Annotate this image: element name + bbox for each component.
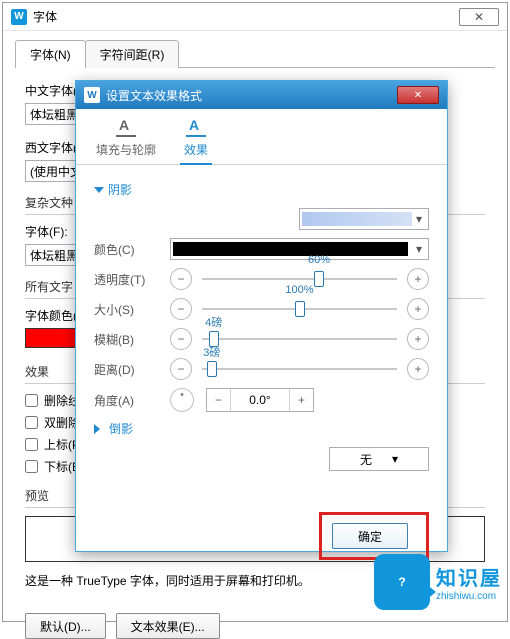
distance-slider[interactable]: 3磅 — [202, 358, 397, 380]
font-dialog-title: 字体 — [33, 8, 57, 25]
chevron-down-icon — [94, 187, 104, 193]
chevron-right-icon — [94, 424, 105, 434]
section-shadow[interactable]: 阴影 — [94, 181, 429, 198]
slider-thumb[interactable] — [207, 361, 217, 377]
opacity-minus-button[interactable]: − — [170, 268, 192, 290]
brand-url: zhishiwu.com — [436, 591, 502, 602]
reflection-select[interactable]: 无▾ — [329, 447, 429, 471]
chk-superscript[interactable] — [25, 438, 38, 451]
angle-plus-button[interactable]: + — [289, 389, 313, 411]
watermark: ? 知识屋 zhishiwu.com — [374, 554, 502, 610]
tab-font[interactable]: 字体(N) — [15, 40, 86, 68]
size-minus-button[interactable]: − — [170, 298, 192, 320]
label-blur: 模糊(B) — [94, 331, 164, 348]
label-opacity: 透明度(T) — [94, 271, 164, 288]
font-dialog-tabs: 字体(N) 字符间距(R) — [3, 31, 507, 67]
ok-highlight: 确定 — [319, 512, 429, 560]
opacity-plus-button[interactable]: + — [407, 268, 429, 290]
size-slider[interactable]: 100% — [202, 298, 397, 320]
label-color: 颜色(C) — [94, 241, 164, 258]
angle-dial[interactable] — [170, 388, 194, 412]
close-icon[interactable] — [397, 86, 439, 104]
slider-thumb[interactable] — [295, 301, 305, 317]
ok-button[interactable]: 确定 — [332, 523, 408, 549]
tab-fill-outline[interactable]: 填充与轮廓 — [96, 119, 156, 164]
font-dialog-titlebar: W 字体 ✕ — [3, 3, 507, 31]
label-size: 大小(S) — [94, 301, 164, 318]
effect-tabs: 填充与轮廓 效果 — [76, 109, 447, 165]
text-effect-dialog: W 设置文本效果格式 填充与轮廓 效果 阴影 ▾ 颜色(C) ▾ 透明度(T) … — [75, 80, 448, 552]
label-distance: 距离(D) — [94, 361, 164, 378]
close-icon[interactable]: ✕ — [459, 8, 499, 26]
section-reflection[interactable]: 倒影 — [94, 420, 429, 437]
distance-minus-button[interactable]: − — [170, 358, 192, 380]
shadow-preset-combo[interactable]: ▾ — [299, 208, 429, 230]
app-logo-icon: W — [11, 9, 27, 25]
slider-thumb[interactable] — [314, 271, 324, 287]
shadow-color-combo[interactable]: ▾ — [170, 238, 429, 260]
chevron-down-icon: ▾ — [412, 242, 426, 256]
effect-icon — [186, 119, 206, 137]
text-effect-button[interactable]: 文本效果(E)... — [116, 613, 220, 639]
tab-effect[interactable]: 效果 — [184, 119, 208, 164]
label-font: 字体(F): — [25, 225, 68, 239]
label-angle: 角度(A) — [94, 392, 164, 409]
blur-minus-button[interactable]: − — [170, 328, 192, 350]
default-button[interactable]: 默认(D)... — [25, 613, 106, 639]
chk-strike[interactable] — [25, 394, 38, 407]
fill-icon — [116, 119, 136, 137]
tab-spacing[interactable]: 字符间距(R) — [85, 40, 180, 68]
chevron-down-icon: ▾ — [412, 212, 426, 226]
blur-plus-button[interactable]: + — [407, 328, 429, 350]
brand-name: 知识屋 — [436, 562, 502, 591]
app-logo-icon: W — [84, 87, 100, 103]
angle-value: 0.0° — [231, 393, 289, 407]
angle-minus-button[interactable]: − — [207, 389, 231, 411]
text-effect-title: 设置文本效果格式 — [106, 87, 202, 104]
blur-slider[interactable]: 4磅 — [202, 328, 397, 350]
chevron-down-icon: ▾ — [392, 452, 398, 466]
chk-dstrike[interactable] — [25, 416, 38, 429]
distance-plus-button[interactable]: + — [407, 358, 429, 380]
angle-spinner[interactable]: − 0.0° + — [206, 388, 314, 412]
text-effect-titlebar: W 设置文本效果格式 — [76, 81, 447, 109]
chk-subscript[interactable] — [25, 460, 38, 473]
size-plus-button[interactable]: + — [407, 298, 429, 320]
question-icon: ? — [374, 554, 430, 610]
